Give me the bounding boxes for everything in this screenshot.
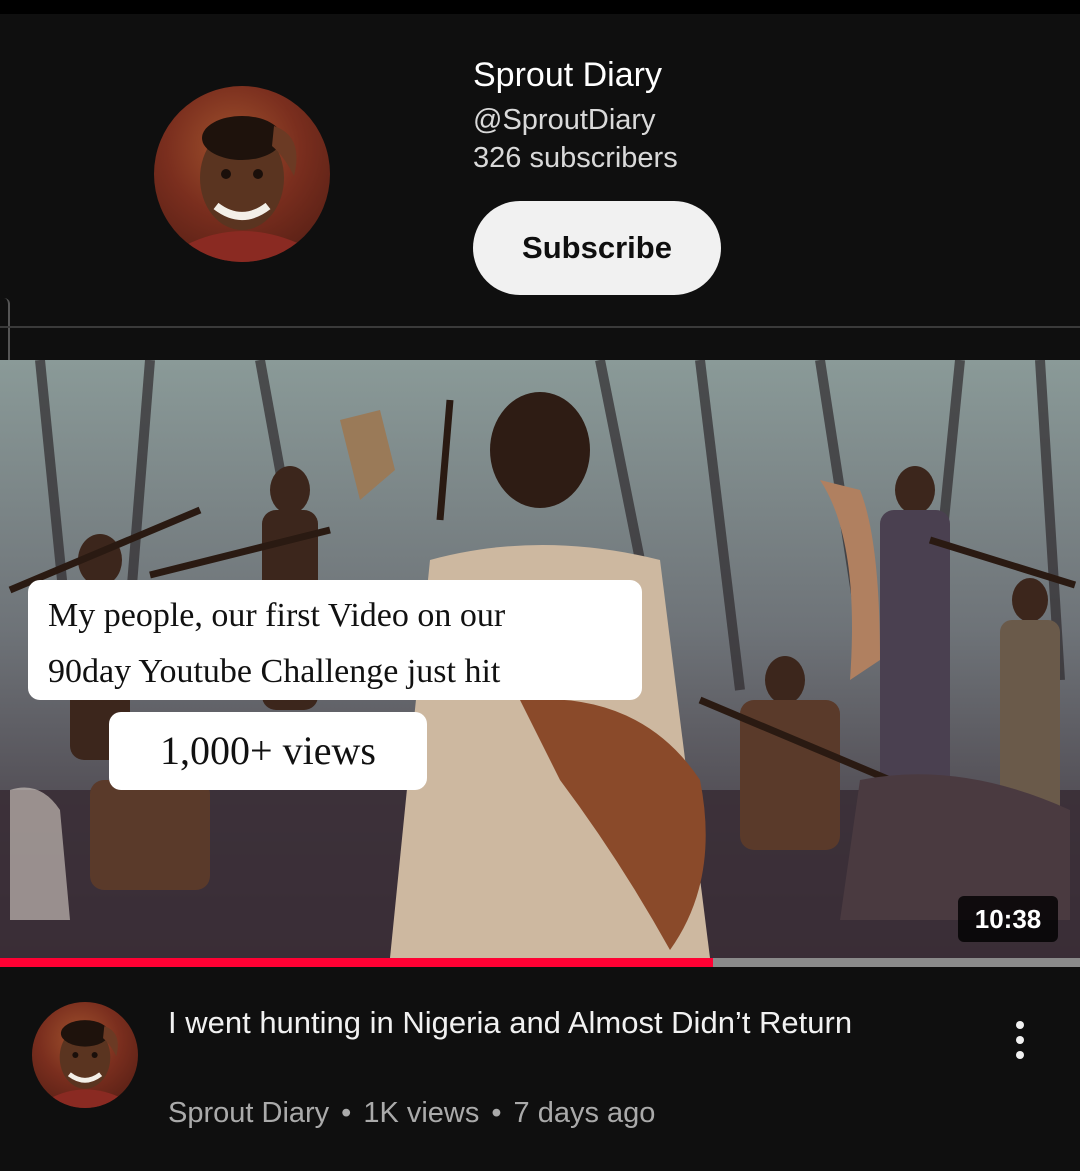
video-channel-name[interactable]: Sprout Diary: [168, 1097, 329, 1130]
subscribe-button[interactable]: Subscribe: [473, 201, 721, 295]
video-channel-avatar[interactable]: [32, 1002, 138, 1108]
channel-handle: @SproutDiary: [473, 104, 656, 136]
channel-name[interactable]: Sprout Diary: [473, 56, 662, 95]
thumbnail-caption: My people, our first Video on our 90day …: [28, 580, 642, 700]
caption-line-2: 90day Youtube Challenge just hit: [48, 653, 501, 690]
dot: [1016, 1051, 1024, 1059]
view-count: 1K views: [363, 1097, 480, 1129]
thumbnail-views-caption: 1,000+ views: [109, 712, 427, 790]
divider: [0, 326, 1080, 328]
channel-header: Sprout Diary @SproutDiary 326 subscriber…: [0, 14, 1080, 326]
separator-dot: •: [491, 1097, 502, 1129]
status-strip: [0, 0, 1080, 14]
video-duration-badge: 10:38: [958, 896, 1058, 942]
more-vert-icon[interactable]: [1000, 1010, 1040, 1070]
caption-line-1: My people, our first Video on our: [48, 597, 506, 634]
subscriber-count: 326 subscribers: [473, 142, 678, 174]
watch-progress-bar: [0, 958, 1080, 967]
channel-avatar[interactable]: [154, 86, 330, 262]
watch-progress-fill: [0, 958, 713, 967]
dot: [1016, 1036, 1024, 1044]
video-thumbnail[interactable]: My people, our first Video on our 90day …: [0, 360, 1080, 958]
separator-dot: •: [341, 1097, 352, 1129]
upload-age: 7 days ago: [513, 1097, 656, 1129]
video-title[interactable]: I went hunting in Nigeria and Almost Did…: [168, 1000, 928, 1046]
dot: [1016, 1021, 1024, 1029]
video-metadata: Sprout Diary • 1K views • 7 days ago: [168, 1097, 655, 1130]
